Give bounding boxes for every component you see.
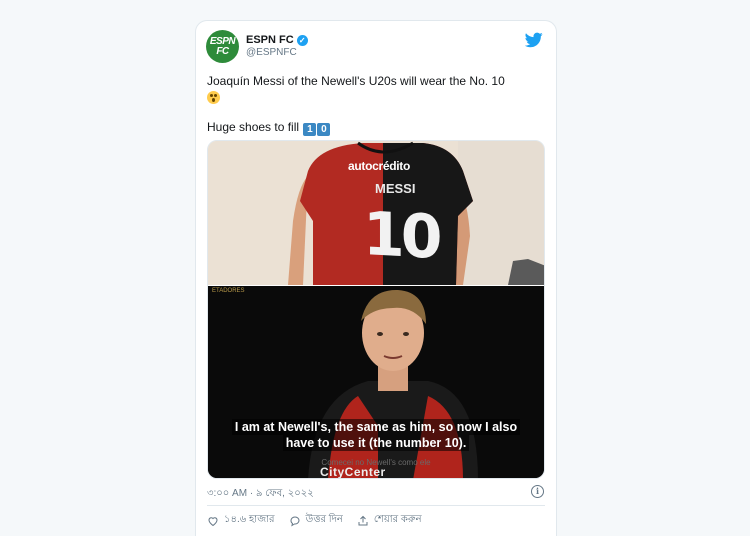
like-count: ১৪.৬ হাজার <box>224 514 275 525</box>
author-handle[interactable]: @ESPNFC <box>246 47 297 58</box>
tweet-text-line1: Joaquín Messi of the Newell's U20s will … <box>207 73 544 107</box>
subtitle-line1: I am at Newell's, the same as him, so no… <box>231 419 521 435</box>
subtitle-line2: have to use it (the number 10). <box>282 435 470 451</box>
tweet-text-line2-content: Huge shoes to fill <box>207 120 300 134</box>
reply-bubble-icon <box>290 516 300 527</box>
like-button[interactable]: ১৪.৬ হাজার <box>207 512 275 529</box>
author-name-row[interactable]: ESPN FC ✓ <box>246 34 308 46</box>
avatar[interactable]: ESPN FC <box>206 30 239 63</box>
league-logo: ETADORES <box>212 288 245 295</box>
jersey-photo[interactable]: autocrédito MESSI 10 <box>208 141 544 285</box>
tweet-text-line1-content: Joaquín Messi of the Newell's U20s will … <box>207 74 505 88</box>
avatar-text-fc: FC <box>216 45 229 57</box>
reply-button[interactable]: উত্তর দিন <box>289 512 343 529</box>
share-label: শেয়ার করুন <box>373 514 422 525</box>
avatar-text-espn: ESPN <box>209 35 236 47</box>
keycap-icon: 1 <box>303 123 317 136</box>
jersey-number-text: 10 <box>363 199 439 273</box>
jersey-sponsor-text: autocrédito <box>348 159 411 173</box>
jersey-name-text: MESSI <box>375 181 416 196</box>
tweet-actions: ১৪.৬ হাজার উত্তর দিন শেয়ার করুন <box>207 512 436 529</box>
tweet-media[interactable]: autocrédito MESSI 10 ETADORES I am at Ne… <box>207 140 545 479</box>
tweet-text: Joaquín Messi of the Newell's U20s will … <box>207 73 544 136</box>
author-name[interactable]: ESPN FC <box>246 34 294 46</box>
astonished-face-emoji-icon <box>207 91 220 104</box>
actions-divider <box>207 505 545 506</box>
keycap-icon: 0 <box>317 123 331 136</box>
tweet-text-line2: Huge shoes to fill 10 <box>207 119 544 136</box>
interview-video-frame[interactable]: ETADORES I am at Newell's, the same as h… <box>208 286 544 479</box>
shirt-sponsor-text: CityCenter <box>320 465 386 479</box>
verified-badge-icon: ✓ <box>296 34 308 46</box>
share-icon <box>358 515 368 525</box>
heart-icon <box>208 516 218 526</box>
reply-label: উত্তর দিন <box>305 514 343 525</box>
twitter-bird-icon[interactable] <box>525 32 543 48</box>
share-button[interactable]: শেয়ার করুন <box>357 512 422 529</box>
tweet-timestamp[interactable]: ৩:০০ AM · ৯ ফেব, ২০২২ <box>207 486 314 503</box>
video-subtitle: I am at Newell's, the same as him, so no… <box>208 419 544 451</box>
tweet-header: ESPN FC ESPN FC ✓ @ESPNFC <box>206 30 546 66</box>
league-logo-text: ETADORES <box>212 288 245 294</box>
info-icon[interactable]: i <box>531 485 544 498</box>
tweet-card: ESPN FC ESPN FC ✓ @ESPNFC Joaquín Messi … <box>195 20 557 536</box>
